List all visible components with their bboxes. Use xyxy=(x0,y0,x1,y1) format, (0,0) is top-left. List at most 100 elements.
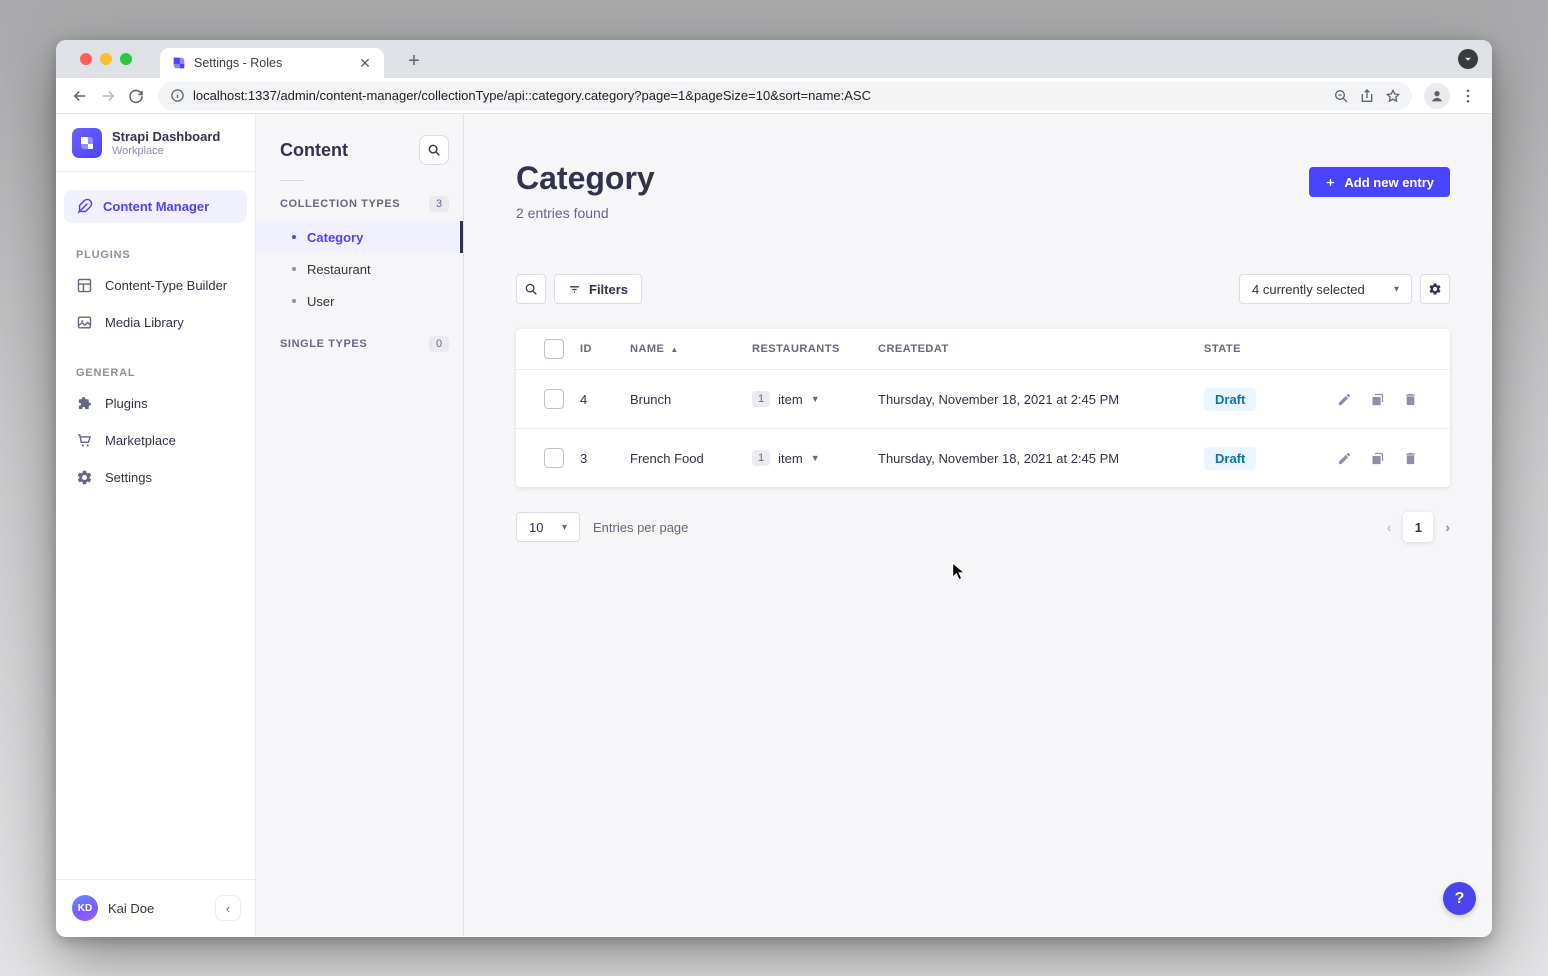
reload-button[interactable] xyxy=(122,82,150,110)
chevron-down-icon[interactable]: ▼ xyxy=(811,453,820,463)
zoom-icon[interactable] xyxy=(1328,83,1354,109)
page-info-icon[interactable] xyxy=(170,88,185,103)
forward-button[interactable] xyxy=(94,82,122,110)
sidebar-item-media-library[interactable]: Media Library xyxy=(56,304,255,341)
state-badge: Draft xyxy=(1204,388,1256,411)
strapi-app: Strapi Dashboard Workplace Content Manag… xyxy=(56,114,1492,936)
single-types-header: SINGLE TYPES 0 xyxy=(256,327,463,361)
column-header-state[interactable]: STATE xyxy=(1204,343,1334,355)
fields-selected-dropdown[interactable]: 4 currently selected ▾ xyxy=(1239,274,1412,304)
bookmark-star-icon[interactable] xyxy=(1380,83,1406,109)
pencil-icon xyxy=(1337,392,1352,407)
copy-icon xyxy=(1370,451,1385,466)
table-row[interactable]: 3 French Food 1 item ▼ Thursday, Novembe… xyxy=(516,428,1450,487)
filters-button[interactable]: Filters xyxy=(554,274,642,304)
delete-button[interactable] xyxy=(1400,448,1420,468)
cell-name: Brunch xyxy=(630,392,752,407)
cell-id: 4 xyxy=(580,392,630,407)
sidebar-footer: KD Kai Doe ‹ xyxy=(56,879,255,936)
zoom-window-button[interactable] xyxy=(120,53,132,65)
browser-menu-icon[interactable] xyxy=(1454,82,1482,110)
subnav-item-category[interactable]: Category xyxy=(256,221,463,253)
user-avatar[interactable]: KD xyxy=(72,895,98,921)
table-row[interactable]: 4 Brunch 1 item ▼ Thursday, November 18,… xyxy=(516,369,1450,428)
filters-label: Filters xyxy=(589,282,628,297)
sort-asc-icon: ▲ xyxy=(670,345,678,354)
column-header-restaurants[interactable]: RESTAURANTS xyxy=(752,343,878,355)
current-page-button[interactable]: 1 xyxy=(1403,512,1433,542)
new-tab-button[interactable]: + xyxy=(400,48,428,76)
table-header-row: ID NAME▲ RESTAURANTS CREATEDAT STATE xyxy=(516,329,1450,369)
sidebar-item-label: Settings xyxy=(105,470,152,485)
close-tab-icon[interactable]: ✕ xyxy=(356,54,374,72)
entries-per-page-value: 10 xyxy=(529,520,543,535)
share-icon[interactable] xyxy=(1354,83,1380,109)
fields-selected-value: 4 currently selected xyxy=(1252,282,1365,297)
close-window-button[interactable] xyxy=(80,53,92,65)
chevron-down-icon: ▾ xyxy=(562,522,567,533)
column-header-id[interactable]: ID xyxy=(580,343,630,355)
column-header-name[interactable]: NAME▲ xyxy=(630,343,752,355)
main-content: Category 2 entries found Add new entry F… xyxy=(464,114,1492,936)
restaurants-count-badge: 1 xyxy=(752,391,770,407)
table-search-button[interactable] xyxy=(516,274,546,304)
delete-button[interactable] xyxy=(1400,389,1420,409)
section-title: PLUGINS xyxy=(56,249,255,261)
sidebar-item-label: Plugins xyxy=(105,396,148,411)
next-page-button[interactable]: › xyxy=(1445,519,1450,535)
entries-table: ID NAME▲ RESTAURANTS CREATEDAT STATE 4 B… xyxy=(516,329,1450,487)
url-text[interactable]: localhost:1337/admin/content-manager/col… xyxy=(193,88,1328,103)
duplicate-button[interactable] xyxy=(1367,389,1387,409)
user-name: Kai Doe xyxy=(108,901,205,916)
collapse-sidebar-button[interactable]: ‹ xyxy=(215,895,241,921)
subnav-item-restaurant[interactable]: Restaurant xyxy=(256,253,463,285)
window-controls xyxy=(80,53,132,65)
sidebar-item-content-type-builder[interactable]: Content-Type Builder xyxy=(56,267,255,304)
sidebar-item-plugins[interactable]: Plugins xyxy=(56,385,255,422)
sidebar-section-general: GENERAL Plugins Marketplace Settings xyxy=(56,367,255,496)
chevron-down-icon xyxy=(1463,54,1473,64)
subnav-search-button[interactable] xyxy=(419,135,449,165)
cell-createdat: Thursday, November 18, 2021 at 2:45 PM xyxy=(878,392,1204,407)
column-header-createdat[interactable]: CREATEDAT xyxy=(878,343,1204,355)
select-all-checkbox[interactable] xyxy=(544,339,564,359)
content-subnav: Content COLLECTION TYPES 3 Category Rest… xyxy=(256,114,464,936)
row-checkbox[interactable] xyxy=(544,389,564,409)
duplicate-button[interactable] xyxy=(1367,448,1387,468)
sidebar-item-content-manager[interactable]: Content Manager xyxy=(64,190,247,223)
cell-restaurants[interactable]: 1 item ▼ xyxy=(752,450,878,466)
trash-icon xyxy=(1403,451,1418,466)
sidebar-item-marketplace[interactable]: Marketplace xyxy=(56,422,255,459)
previous-page-button[interactable]: ‹ xyxy=(1387,519,1392,535)
subnav-item-label: Restaurant xyxy=(307,262,371,277)
workspace-switcher[interactable]: Strapi Dashboard Workplace xyxy=(56,114,255,171)
minimize-window-button[interactable] xyxy=(100,53,112,65)
subnav-item-user[interactable]: User xyxy=(256,285,463,317)
sidebar-item-label: Marketplace xyxy=(105,433,176,448)
back-button[interactable] xyxy=(66,82,94,110)
copy-icon xyxy=(1370,392,1385,407)
sidebar-item-label: Content-Type Builder xyxy=(105,278,227,293)
browser-profile-avatar[interactable] xyxy=(1424,83,1450,109)
cell-restaurants[interactable]: 1 item ▼ xyxy=(752,391,878,407)
cell-id: 3 xyxy=(580,451,630,466)
table-settings-button[interactable] xyxy=(1420,274,1450,304)
cell-name: French Food xyxy=(630,451,752,466)
help-button[interactable]: ? xyxy=(1443,882,1476,915)
row-checkbox[interactable] xyxy=(544,448,564,468)
edit-button[interactable] xyxy=(1334,389,1354,409)
sidebar-item-settings[interactable]: Settings xyxy=(56,459,255,496)
pencil-icon xyxy=(1337,451,1352,466)
chevron-down-icon[interactable]: ▼ xyxy=(811,394,820,404)
single-types-count: 0 xyxy=(429,336,449,352)
add-new-entry-button[interactable]: Add new entry xyxy=(1309,167,1450,197)
state-badge: Draft xyxy=(1204,447,1256,470)
section-title: GENERAL xyxy=(56,367,255,379)
entries-per-page-dropdown[interactable]: 10 ▾ xyxy=(516,512,580,542)
edit-button[interactable] xyxy=(1334,448,1354,468)
sidebar-divider xyxy=(56,171,255,172)
address-bar[interactable]: localhost:1337/admin/content-manager/col… xyxy=(158,82,1412,110)
browser-update-icon[interactable] xyxy=(1458,49,1478,69)
browser-tab[interactable]: Settings - Roles ✕ xyxy=(160,48,384,78)
entries-count: 2 entries found xyxy=(516,205,655,221)
